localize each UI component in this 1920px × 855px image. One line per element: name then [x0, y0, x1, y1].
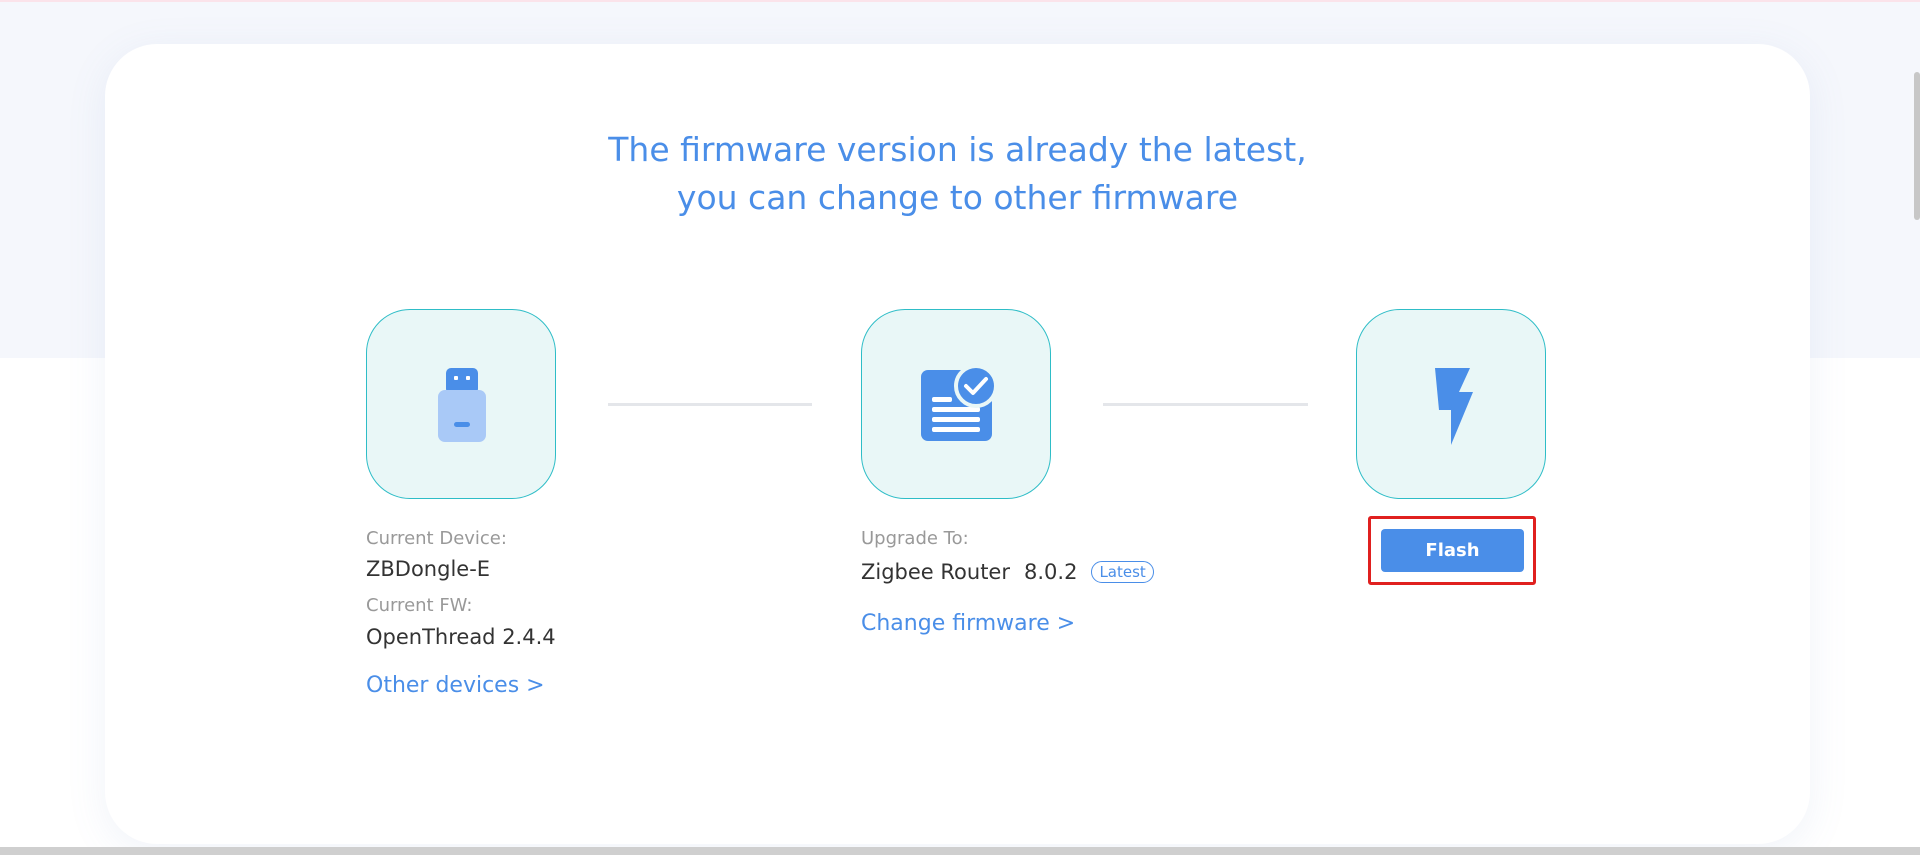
firmware-step-box	[861, 309, 1051, 499]
page-headline: The firmware version is already the late…	[105, 126, 1810, 222]
headline-line-2: you can change to other firmware	[676, 178, 1239, 217]
horizontal-scrollbar[interactable]	[0, 847, 1920, 855]
flash-step-box	[1356, 309, 1546, 499]
firmware-name: Zigbee Router	[861, 560, 1010, 584]
connector-line-1	[608, 403, 812, 406]
firmware-document-check-icon	[921, 364, 998, 441]
connector-line-2	[1103, 403, 1308, 406]
vertical-scrollbar-thumb[interactable]	[1914, 72, 1920, 220]
current-device-label: Current Device:	[366, 528, 507, 549]
usb-dongle-icon	[438, 368, 486, 442]
latest-badge: Latest	[1091, 561, 1154, 583]
other-devices-link[interactable]: Other devices >	[366, 673, 545, 698]
flash-button[interactable]: Flash	[1381, 529, 1524, 572]
upgrade-to-label: Upgrade To:	[861, 528, 969, 549]
current-fw-value: OpenThread 2.4.4	[366, 625, 556, 649]
device-step-box	[366, 309, 556, 499]
firmware-version: 8.0.2	[1024, 560, 1078, 584]
firmware-row: Zigbee Router 8.0.2 Latest	[861, 560, 1154, 584]
current-fw-label: Current FW:	[366, 595, 473, 616]
lightning-bolt-icon	[1435, 368, 1473, 445]
current-device-value: ZBDongle-E	[366, 557, 491, 581]
change-firmware-link[interactable]: Change firmware >	[861, 611, 1075, 636]
headline-line-1: The firmware version is already the late…	[608, 130, 1307, 169]
